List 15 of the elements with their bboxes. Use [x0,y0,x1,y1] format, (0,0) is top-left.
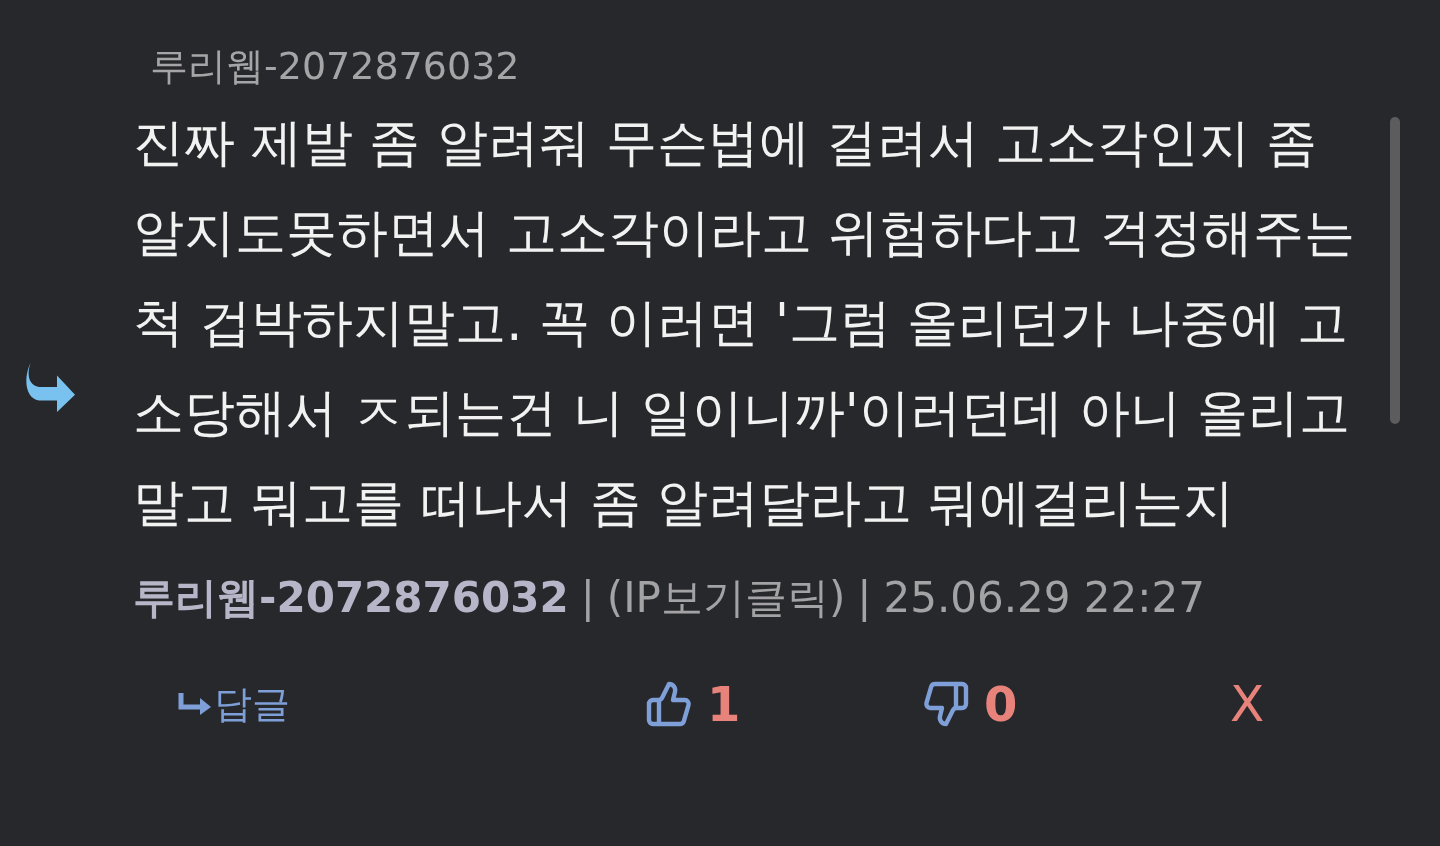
dislike-button[interactable]: 0 [922,674,1018,734]
reply-arrow-icon [25,362,75,412]
reply-arrow-icon [178,693,212,715]
reply-target-author: 루리웹-2072876032 [150,44,520,88]
reply-button[interactable]: 답글 [178,679,290,729]
comment-body: 진짜 제발 좀 알려줘 무슨법에 걸려서 고소각인지 좀 알지도못하면서 고소각이라고 위험하다고 걱정해주는척 겁박하지말고. 꼭 이러면 '그럼 올리던가 나중에 고소당해서 ㅈ되는건 니 일이니까'이러던데 아니 올리고 말고 뭐고를 떠나서 좀 알려달라고 뭐에걸리는지 [133,112,1356,534]
thumbs-down-icon [922,680,970,728]
author-name: 루리웹-2072876032 [133,572,569,624]
comment-timestamp: 25.06.29 22:27 [883,572,1205,624]
like-button[interactable]: 1 [645,674,741,734]
ip-view-link[interactable]: (IP보기클릭) [606,570,846,626]
thumbs-up-icon [645,680,693,728]
delete-button[interactable]: X [1230,674,1265,734]
meta-separator: | [580,572,595,624]
meta-separator: | [857,572,872,624]
